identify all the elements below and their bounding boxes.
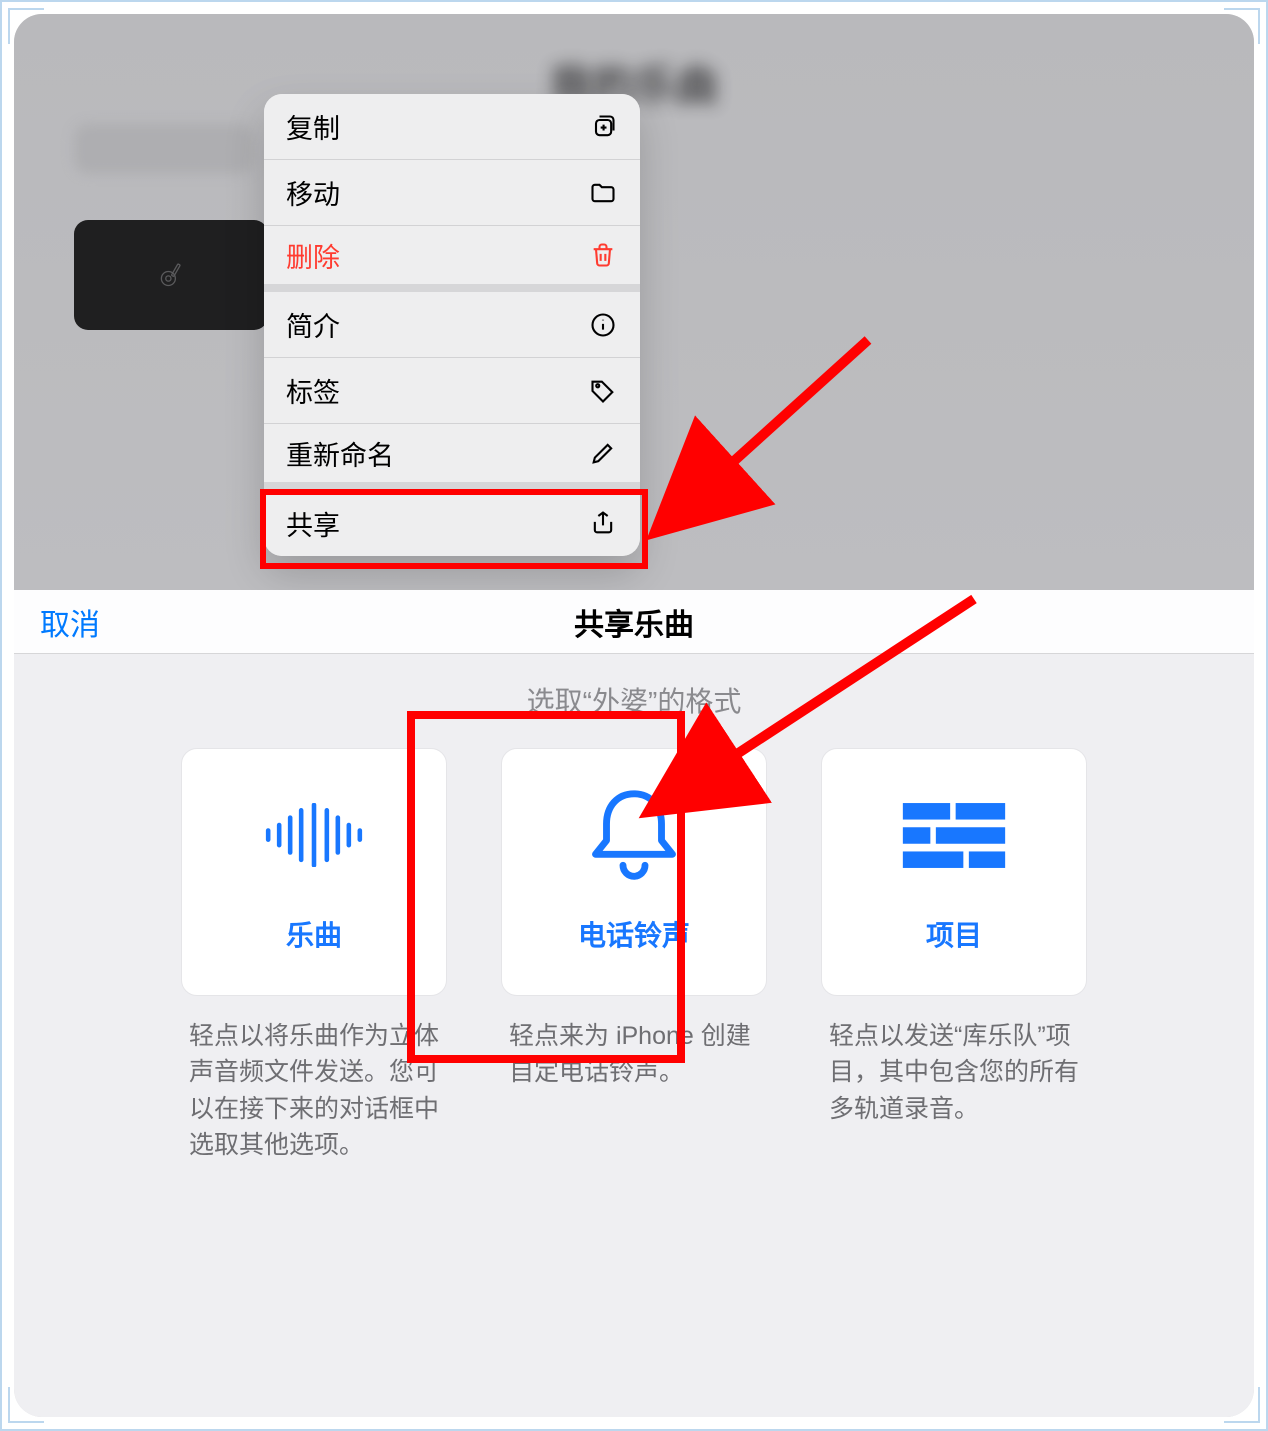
info-icon (588, 310, 618, 340)
share-option-song[interactable]: 乐曲 轻点以将乐曲作为立体声音频文件发送。您可以在接下来的对话框中选取其他选项。 (181, 748, 447, 1163)
waveform-icon (259, 790, 369, 880)
tracks-icon (899, 790, 1009, 880)
card-label: 乐曲 (286, 914, 342, 954)
share-title: 共享乐曲 (14, 600, 1254, 644)
folder-icon (588, 178, 618, 208)
menu-label: 移动 (286, 173, 340, 212)
bell-icon (579, 790, 689, 880)
context-menu: 复制 移动 (264, 94, 640, 556)
menu-item-tags[interactable]: 标签 (264, 358, 640, 424)
cancel-button[interactable]: 取消 (40, 600, 100, 644)
share-header: 取消 共享乐曲 (14, 590, 1254, 654)
menu-item-copy[interactable]: 复制 (264, 94, 640, 160)
guitar-icon (136, 240, 206, 310)
menu-item-rename[interactable]: 重新命名 (264, 424, 640, 490)
card-description: 轻点来为 iPhone 创建自定电话铃声。 (509, 1018, 759, 1091)
copy-plus-icon (588, 112, 618, 142)
share-option-project[interactable]: 项目 轻点以发送“库乐队”项目，其中包含您的所有多轨道录音。 (821, 748, 1087, 1163)
card-label: 项目 (926, 914, 982, 954)
menu-label: 简介 (286, 305, 340, 344)
blurred-nav-item (74, 124, 254, 174)
card-description: 轻点以将乐曲作为立体声音频文件发送。您可以在接下来的对话框中选取其他选项。 (189, 1018, 439, 1163)
share-subtitle: 选取“外婆”的格式 (14, 680, 1254, 720)
card-label: 电话铃声 (578, 914, 690, 954)
menu-item-move[interactable]: 移动 (264, 160, 640, 226)
menu-item-info[interactable]: 简介 (264, 292, 640, 358)
share-icon (588, 508, 618, 538)
menu-label: 复制 (286, 107, 340, 146)
share-option-ringtone[interactable]: 电话铃声 轻点来为 iPhone 创建自定电话铃声。 (501, 748, 767, 1163)
project-thumbnail[interactable] (74, 220, 268, 330)
menu-label: 重新命名 (286, 434, 394, 473)
trash-icon (588, 240, 618, 270)
card-description: 轻点以发送“库乐队”项目，其中包含您的所有多轨道录音。 (829, 1018, 1079, 1127)
menu-label: 删除 (286, 236, 340, 275)
tag-icon (588, 376, 618, 406)
annotation-arrow-to-share (678, 330, 898, 535)
share-sheet: 取消 共享乐曲 选取“外婆”的格式 (14, 590, 1254, 1417)
menu-item-delete[interactable]: 删除 (264, 226, 640, 292)
context-menu-background: 我的乐曲 复制 (14, 14, 1254, 590)
menu-label: 共享 (286, 504, 340, 543)
menu-label: 标签 (286, 371, 340, 410)
menu-item-share[interactable]: 共享 (264, 490, 640, 556)
pencil-icon (588, 438, 618, 468)
